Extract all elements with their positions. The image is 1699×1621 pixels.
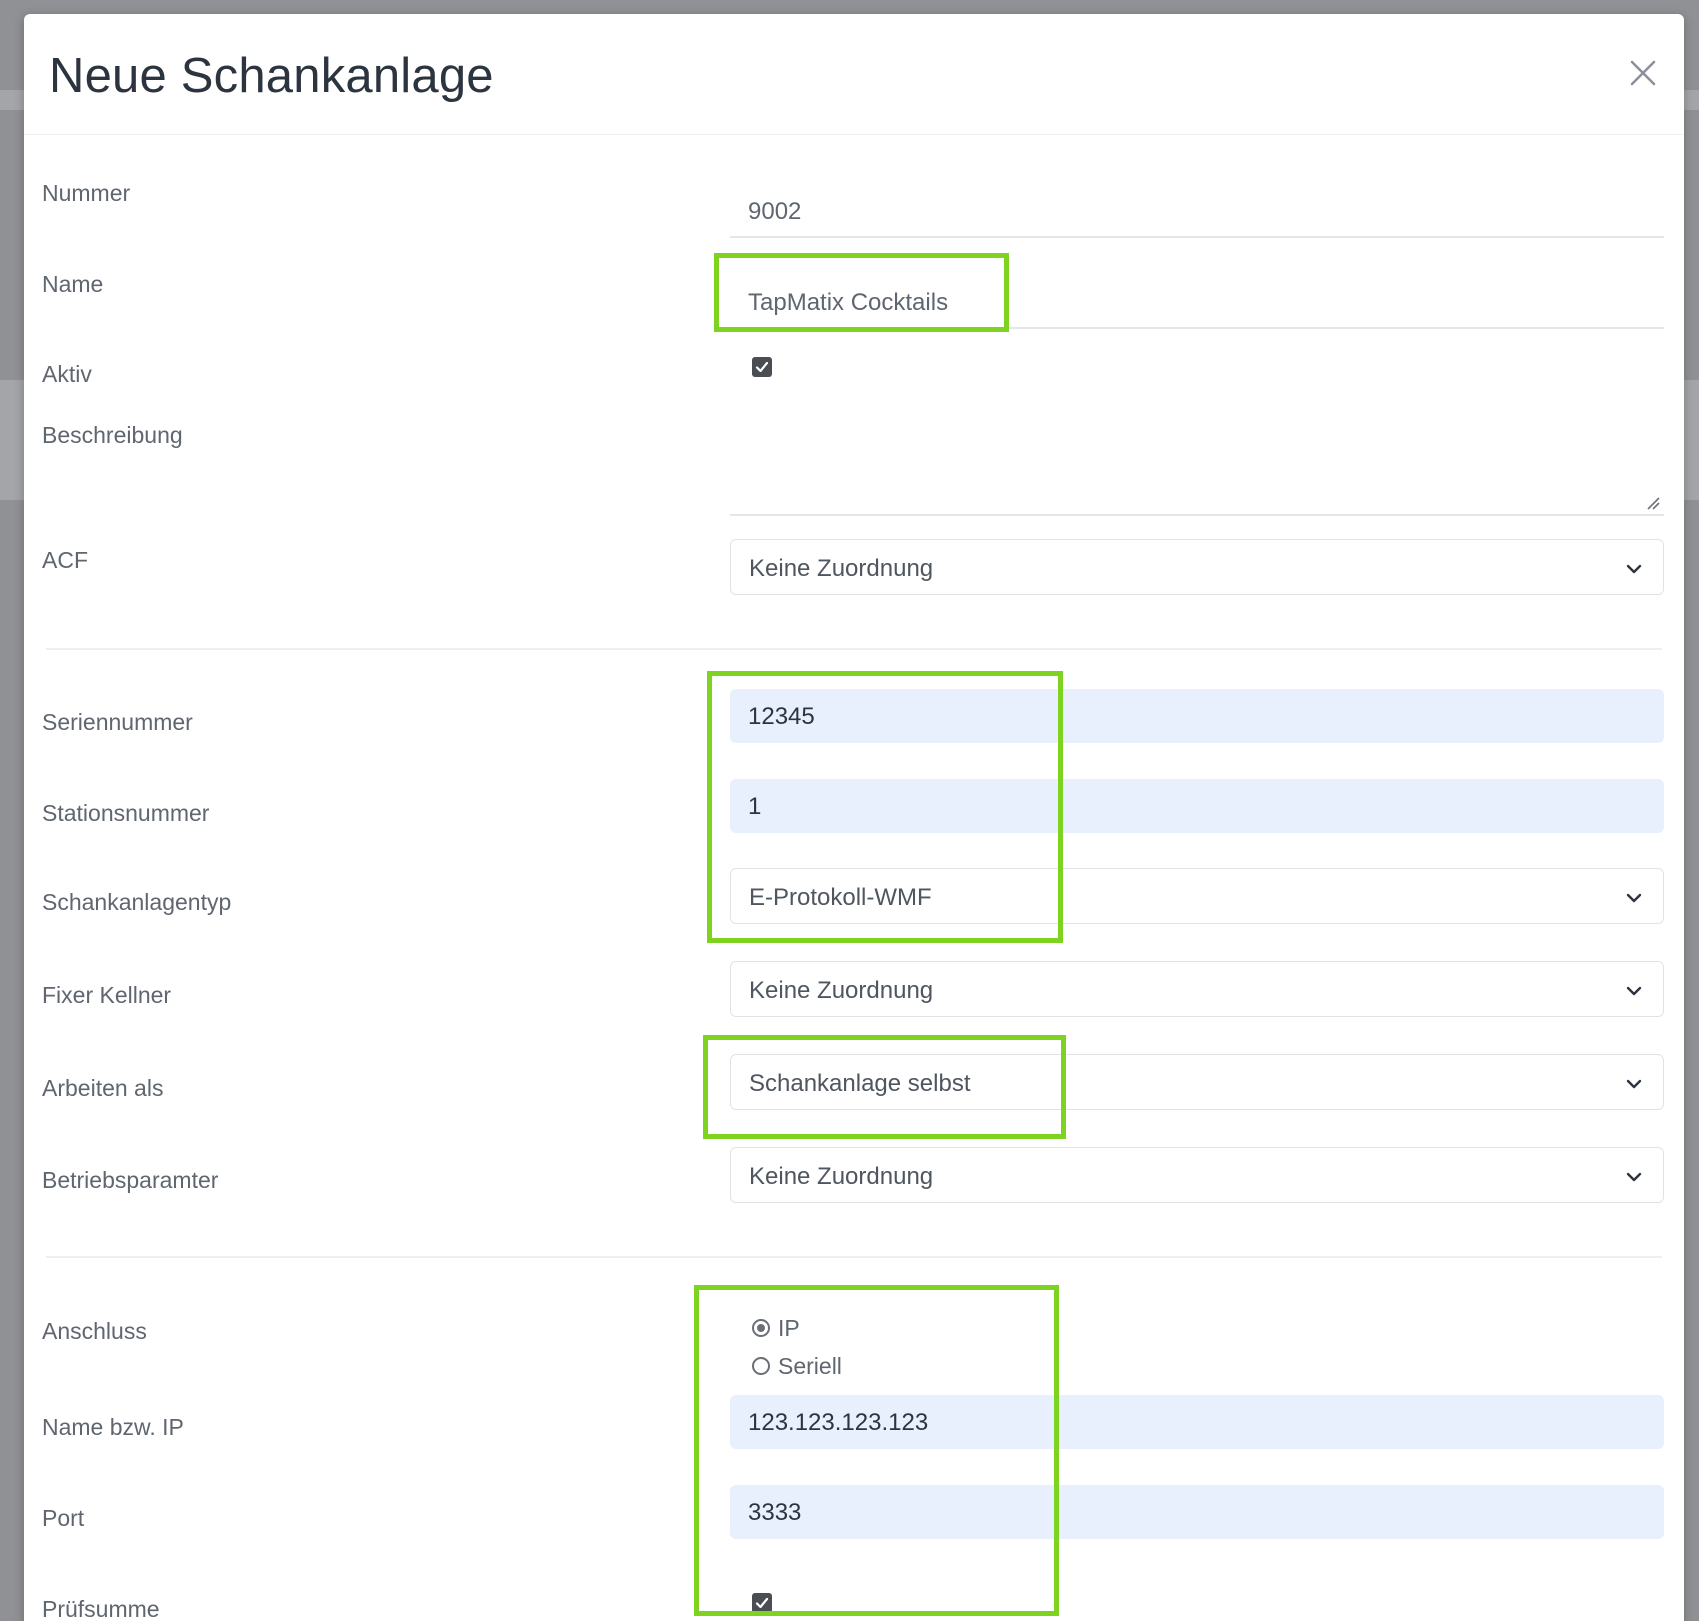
schankanlagentyp-select[interactable]: E-Protokoll-WMF xyxy=(730,868,1664,924)
pruefsumme-label: Prüfsumme xyxy=(42,1596,160,1621)
stationsnummer-label: Stationsnummer xyxy=(42,800,210,826)
betriebsparamter-select[interactable]: Keine Zuordnung xyxy=(730,1147,1664,1203)
pruefsumme-checkbox[interactable] xyxy=(752,1593,772,1613)
section-divider xyxy=(46,1256,1662,1258)
section-divider xyxy=(46,648,1662,650)
radio-ip-label: IP xyxy=(778,1314,800,1341)
aktiv-checkbox[interactable] xyxy=(752,357,772,377)
arbeiten-als-label: Arbeiten als xyxy=(42,1075,164,1101)
radio-ip[interactable] xyxy=(752,1319,770,1337)
acf-select-value: Keine Zuordnung xyxy=(749,555,934,582)
fixer-kellner-label: Fixer Kellner xyxy=(42,982,172,1008)
dialog: Neue Schankanlage Nummer 9002 Name TapMa… xyxy=(24,14,1684,1621)
chevron-down-icon xyxy=(1626,564,1642,574)
schankanlage-form: Nummer 9002 Name TapMatix Cocktails Akti… xyxy=(24,14,1684,1621)
name-bzw-ip-label: Name bzw. IP xyxy=(42,1414,184,1440)
acf-select[interactable]: Keine Zuordnung xyxy=(730,539,1664,595)
arbeiten-als-select-value: Schankanlage selbst xyxy=(749,1070,971,1097)
resize-grip-icon[interactable] xyxy=(1644,494,1660,510)
check-icon xyxy=(755,1597,769,1609)
acf-label: ACF xyxy=(42,547,88,573)
schankanlagentyp-select-value: E-Protokoll-WMF xyxy=(749,884,932,911)
port-input[interactable]: 3333 xyxy=(730,1485,1664,1539)
beschreibung-textarea[interactable] xyxy=(730,428,1664,516)
name-bzw-ip-input[interactable]: 123.123.123.123 xyxy=(730,1395,1664,1449)
chevron-down-icon xyxy=(1626,1172,1642,1182)
name-label: Name xyxy=(42,271,104,297)
seriennummer-input[interactable]: 12345 xyxy=(730,689,1664,743)
radio-seriell[interactable] xyxy=(752,1357,770,1375)
chevron-down-icon xyxy=(1626,893,1642,903)
nummer-label: Nummer xyxy=(42,180,131,206)
betriebsparamter-select-value: Keine Zuordnung xyxy=(749,1163,934,1190)
check-icon xyxy=(755,361,769,373)
betriebsparamter-label: Betriebsparamter xyxy=(42,1167,219,1193)
chevron-down-icon xyxy=(1626,986,1642,996)
chevron-down-icon xyxy=(1626,1079,1642,1089)
anschluss-option-ip[interactable]: IP xyxy=(752,1313,800,1343)
anschluss-label: Anschluss xyxy=(42,1318,147,1344)
aktiv-label: Aktiv xyxy=(42,361,92,387)
anschluss-option-seriell[interactable]: Seriell xyxy=(752,1351,842,1381)
nummer-field[interactable]: 9002 xyxy=(730,184,1664,238)
port-label: Port xyxy=(42,1505,85,1531)
stationsnummer-input[interactable]: 1 xyxy=(730,779,1664,833)
schankanlagentyp-label: Schankanlagentyp xyxy=(42,889,232,915)
name-field[interactable]: TapMatix Cocktails xyxy=(730,275,1664,329)
beschreibung-label: Beschreibung xyxy=(42,422,183,448)
radio-seriell-label: Seriell xyxy=(778,1352,842,1379)
arbeiten-als-select[interactable]: Schankanlage selbst xyxy=(730,1054,1664,1110)
fixer-kellner-select[interactable]: Keine Zuordnung xyxy=(730,961,1664,1017)
fixer-kellner-select-value: Keine Zuordnung xyxy=(749,977,934,1004)
seriennummer-label: Seriennummer xyxy=(42,709,193,735)
